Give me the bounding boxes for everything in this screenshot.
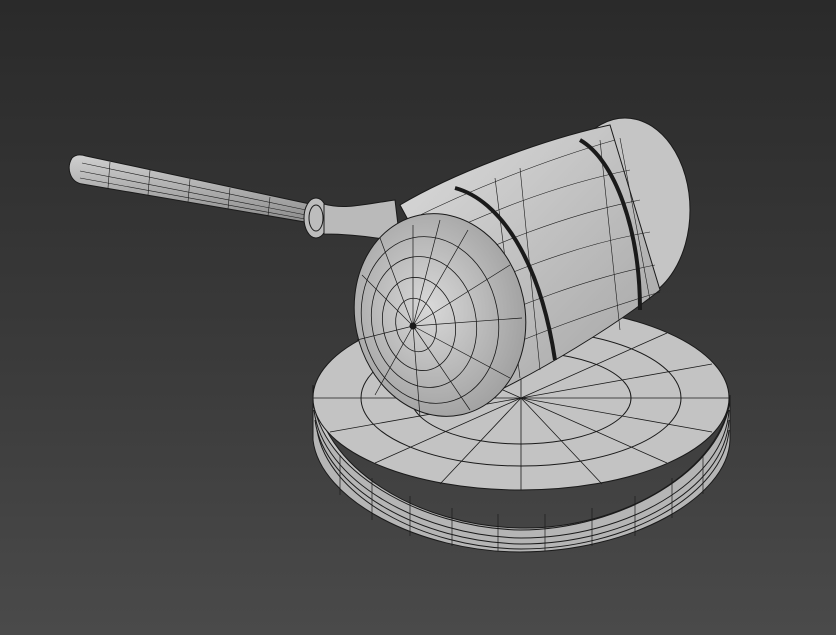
viewport-canvas[interactable] [0, 0, 836, 635]
3d-viewport[interactable] [0, 0, 836, 635]
gavel-handle-shaft [68, 154, 311, 223]
gavel-head-face-center [409, 322, 417, 330]
gavel-handle[interactable] [68, 154, 401, 243]
